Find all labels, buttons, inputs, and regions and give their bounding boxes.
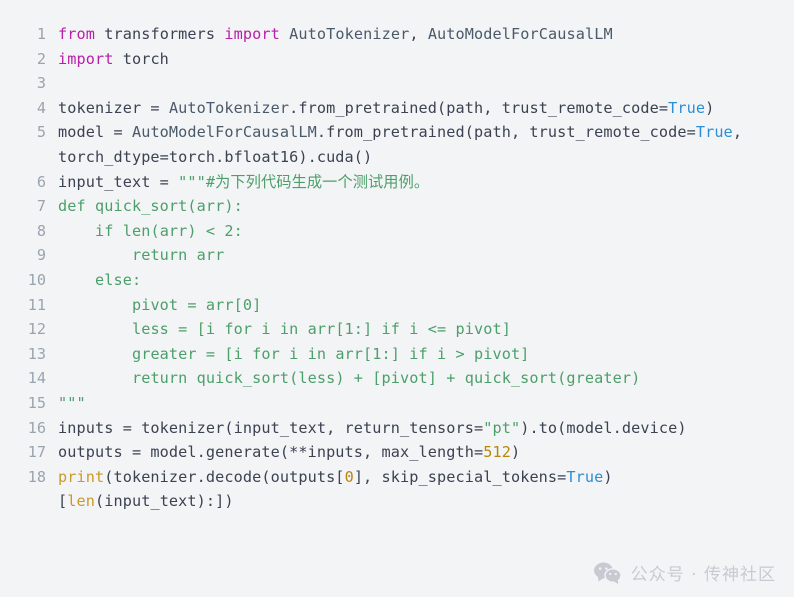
code-line: 18 print(tokenizer.decode(outputs[0], sk… xyxy=(16,465,778,514)
watermark-text: 公众号 · 传神社区 xyxy=(630,565,776,585)
line-number: 6 xyxy=(36,172,46,191)
code-line-content: else: xyxy=(58,270,142,289)
line-number: 17 xyxy=(27,443,46,462)
watermark: 公众号 · 传神社区 xyxy=(593,560,776,585)
code-line-content xyxy=(58,71,778,96)
line-number: 13 xyxy=(27,344,46,363)
code-line-content: """ xyxy=(58,393,86,412)
code-line-content: return arr xyxy=(58,246,225,265)
line-number: 10 xyxy=(27,270,46,289)
code-line: 11 pivot = arr[0] xyxy=(16,293,778,318)
line-number: 3 xyxy=(36,74,46,93)
code-line: 4 tokenizer = AutoTokenizer.from_pretrai… xyxy=(16,96,778,121)
code-line: 16 inputs = tokenizer(input_text, return… xyxy=(16,416,778,441)
line-number: 2 xyxy=(36,49,46,68)
line-number: 7 xyxy=(36,197,46,216)
code-line: 13 greater = [i for i in arr[1:] if i > … xyxy=(16,342,778,367)
code-line: 7 def quick_sort(arr): xyxy=(16,194,778,219)
code-line-content: less = [i for i in arr[1:] if i <= pivot… xyxy=(58,320,511,339)
code-line: 2 import torch xyxy=(16,47,778,72)
code-line-content: pivot = arr[0] xyxy=(58,295,262,314)
line-number: 11 xyxy=(27,295,46,314)
line-number: 4 xyxy=(36,98,46,117)
code-line-content: tokenizer = AutoTokenizer.from_pretraine… xyxy=(58,98,715,117)
code-line-content: return quick_sort(less) + [pivot] + quic… xyxy=(58,369,641,388)
code-line: 8 if len(arr) < 2: xyxy=(16,219,778,244)
wechat-icon xyxy=(593,561,623,585)
line-number: 16 xyxy=(27,418,46,437)
code-line-content: def quick_sort(arr): xyxy=(58,197,243,216)
line-number: 18 xyxy=(27,467,46,486)
code-line-content: import torch xyxy=(58,49,169,68)
code-line: 12 less = [i for i in arr[1:] if i <= pi… xyxy=(16,317,778,342)
code-block: 1 from transformers import AutoTokenizer… xyxy=(0,0,794,597)
code-line: 10 else: xyxy=(16,268,778,293)
code-line-content: from transformers import AutoTokenizer, … xyxy=(58,25,613,43)
code-line: 5 model = AutoModelForCausalLM.from_pret… xyxy=(16,120,778,169)
code-line: 14 return quick_sort(less) + [pivot] + q… xyxy=(16,366,778,391)
code-line: 1 from transformers import AutoTokenizer… xyxy=(16,22,778,47)
code-line-content: inputs = tokenizer(input_text, return_te… xyxy=(58,418,687,437)
line-number: 14 xyxy=(27,369,46,388)
line-number: 1 xyxy=(36,25,46,43)
code-line-content: print(tokenizer.decode(outputs[0], skip_… xyxy=(58,467,613,511)
code-line-content: if len(arr) < 2: xyxy=(58,221,243,240)
code-line: 9 return arr xyxy=(16,243,778,268)
line-number: 8 xyxy=(36,221,46,240)
line-number: 15 xyxy=(27,393,46,412)
code-line-content: input_text = """#为下列代码生成一个测试用例。 xyxy=(58,172,430,191)
code-line: 3 xyxy=(16,71,778,96)
line-number: 9 xyxy=(36,246,46,265)
code-line-content: model = AutoModelForCausalLM.from_pretra… xyxy=(58,123,752,166)
line-number: 12 xyxy=(27,320,46,339)
code-line: 6 input_text = """#为下列代码生成一个测试用例。 xyxy=(16,170,778,195)
code-line-content: outputs = model.generate(**inputs, max_l… xyxy=(58,443,521,462)
code-line: 17 outputs = model.generate(**inputs, ma… xyxy=(16,440,778,465)
code-line-content: greater = [i for i in arr[1:] if i > piv… xyxy=(58,344,530,363)
line-number: 5 xyxy=(36,123,46,142)
code-line: 15 """ xyxy=(16,391,778,416)
